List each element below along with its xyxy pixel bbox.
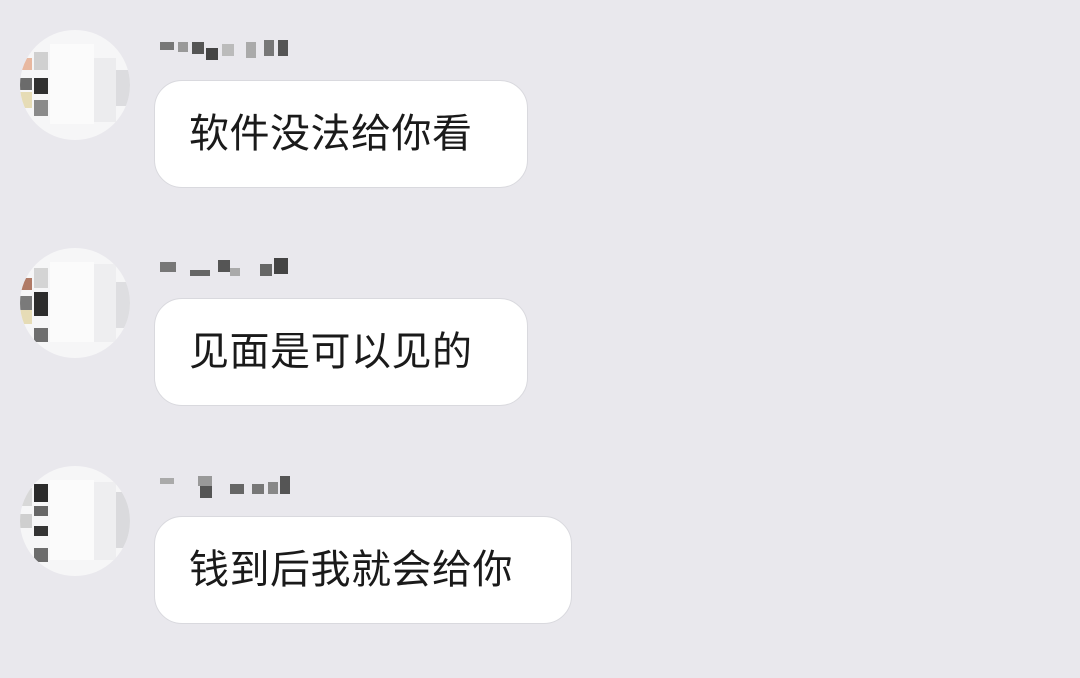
- avatar-pixel: [34, 52, 48, 70]
- message-text: 见面是可以见的: [189, 329, 473, 375]
- message-row: 见面是可以见的: [0, 248, 1080, 428]
- message-bubble[interactable]: 见面是可以见的: [154, 298, 528, 406]
- name-pixel: [190, 270, 210, 276]
- avatar-pixel: [116, 70, 130, 106]
- name-pixel: [274, 258, 288, 274]
- avatar-pixel: [34, 506, 48, 516]
- avatar-pixel: [20, 92, 32, 108]
- avatar-pixel: [116, 492, 130, 548]
- name-pixel: [222, 44, 234, 56]
- name-pixel: [206, 48, 218, 60]
- avatar-pixel: [20, 310, 32, 324]
- avatar-pixel: [34, 78, 48, 94]
- name-pixel: [280, 476, 290, 494]
- message-text: 钱到后我就会给你: [189, 547, 513, 593]
- name-pixel: [246, 42, 256, 58]
- avatar-pixel: [50, 262, 94, 342]
- avatar-pixel: [50, 480, 94, 560]
- name-pixel: [278, 40, 288, 56]
- avatar-pixel: [34, 292, 48, 316]
- name-pixel: [200, 486, 212, 498]
- avatar-pixel: [94, 264, 116, 342]
- sender-name-blurred: [160, 256, 300, 280]
- name-pixel: [192, 42, 204, 54]
- avatar-pixel: [94, 58, 116, 122]
- sender-avatar-blurred[interactable]: [20, 248, 130, 358]
- avatar-pixel: [20, 278, 32, 290]
- name-pixel: [264, 40, 274, 56]
- name-pixel: [160, 478, 174, 484]
- name-pixel: [230, 268, 240, 276]
- name-pixel: [230, 484, 244, 494]
- message-row: 软件没法给你看: [0, 30, 1080, 210]
- message-bubble[interactable]: 钱到后我就会给你: [154, 516, 572, 624]
- message-bubble[interactable]: 软件没法给你看: [154, 80, 528, 188]
- message-row: 钱到后我就会给你: [0, 466, 1080, 646]
- avatar-pixel: [34, 328, 48, 342]
- name-pixel: [160, 262, 176, 272]
- sender-name-blurred: [160, 38, 300, 62]
- avatar-pixel: [34, 526, 48, 536]
- name-pixel: [268, 482, 278, 494]
- sender-avatar-blurred[interactable]: [20, 466, 130, 576]
- name-pixel: [198, 476, 212, 486]
- name-pixel: [160, 42, 174, 50]
- avatar-pixel: [34, 268, 48, 288]
- message-text: 软件没法给你看: [189, 111, 473, 157]
- name-pixel: [260, 264, 272, 276]
- avatar-pixel: [20, 514, 32, 528]
- avatar-pixel: [50, 44, 94, 124]
- avatar-pixel: [34, 484, 48, 502]
- sender-name-blurred: [160, 474, 300, 498]
- name-pixel: [218, 260, 230, 272]
- name-pixel: [178, 42, 188, 52]
- avatar-pixel: [20, 488, 32, 506]
- name-pixel: [252, 484, 264, 494]
- chat-message-list: 软件没法给你看 见面是可以见的 钱到后我就会给你: [0, 0, 1080, 678]
- avatar-pixel: [94, 482, 116, 560]
- sender-avatar-blurred[interactable]: [20, 30, 130, 140]
- avatar-pixel: [20, 296, 32, 310]
- avatar-pixel: [34, 548, 48, 562]
- avatar-pixel: [20, 58, 32, 70]
- avatar-pixel: [116, 282, 130, 328]
- avatar-pixel: [34, 100, 48, 116]
- avatar-pixel: [20, 78, 32, 90]
